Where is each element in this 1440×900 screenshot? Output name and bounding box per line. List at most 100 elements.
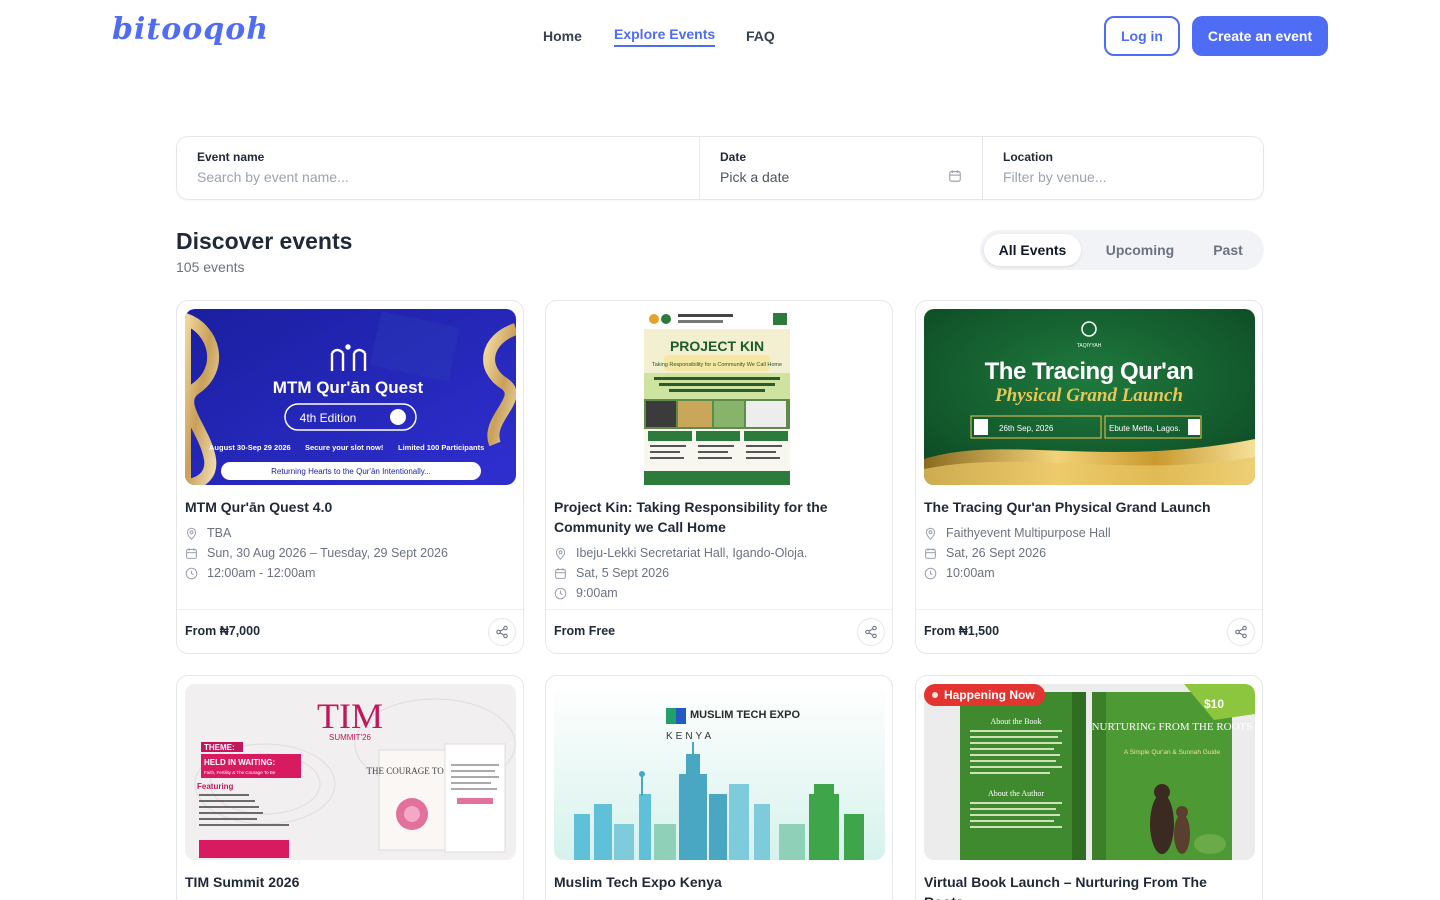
share-button[interactable] bbox=[488, 618, 516, 646]
calendar-icon[interactable] bbox=[948, 169, 962, 183]
date-picker-value[interactable]: Pick a date bbox=[720, 169, 789, 185]
event-filter-tabs: All Events Upcoming Past bbox=[980, 230, 1264, 270]
event-name-label: Event name bbox=[197, 150, 265, 164]
nav-faq[interactable]: FAQ bbox=[746, 28, 775, 44]
image-theme-sub: Faith, Fertility & The Courage To Be bbox=[204, 770, 276, 775]
image-book-title: NURTURING FROM THE ROOTS bbox=[1092, 721, 1253, 733]
image-theme-label: THEME: bbox=[204, 743, 235, 752]
location-pin-icon bbox=[925, 527, 936, 540]
badge-label: Happening Now bbox=[944, 688, 1035, 702]
calendar-icon bbox=[555, 567, 566, 579]
event-name-input[interactable] bbox=[197, 169, 679, 185]
image-heading: The Tracing Qur'an bbox=[985, 358, 1194, 385]
event-card[interactable]: MUSLIM TECH EXPO KENYA Muslim Tech Expo … bbox=[545, 675, 893, 900]
location-field: Location bbox=[983, 137, 1263, 199]
event-time-text: 10:00am bbox=[946, 566, 995, 580]
share-icon bbox=[1235, 625, 1247, 639]
event-title[interactable]: TIM Summit 2026 bbox=[185, 872, 505, 892]
event-time-text: 12:00am - 12:00am bbox=[207, 566, 316, 580]
event-date-text: Sat, 5 Sept 2026 bbox=[576, 566, 670, 580]
event-name-field: Event name bbox=[177, 137, 699, 199]
image-subheading: Taking Responsibility for a Community We… bbox=[652, 362, 782, 368]
image-info: August 30-Sep 29 2026 bbox=[209, 443, 291, 452]
card-divider bbox=[177, 609, 523, 610]
events-count: 105 events bbox=[176, 259, 245, 275]
event-location-text: Ibeju-Lekki Secretariat Hall, Igando-Olo… bbox=[576, 546, 808, 560]
date-field[interactable]: Date Pick a date bbox=[700, 137, 982, 199]
site-header: bitooqoh Home Explore Events FAQ Log in … bbox=[0, 0, 1440, 72]
image-country: KENYA bbox=[666, 731, 714, 742]
create-event-button[interactable]: Create an event bbox=[1192, 16, 1328, 56]
image-book: THE COURAGE TO BE bbox=[367, 766, 458, 776]
event-location-text: Faithyevent Multipurpose Hall bbox=[946, 526, 1111, 540]
clock-icon bbox=[185, 567, 198, 579]
event-date: Sun, 30 Aug 2026 – Tuesday, 29 Sept 2026 bbox=[185, 546, 448, 560]
share-button[interactable] bbox=[1227, 618, 1255, 646]
calendar-icon bbox=[925, 547, 936, 559]
event-image-mtm: MTM Qur'ān Quest 4th Edition August 30-S… bbox=[185, 309, 516, 485]
nav-explore-events[interactable]: Explore Events bbox=[614, 26, 716, 47]
event-card[interactable]: MTM Qur'ān Quest 4th Edition August 30-S… bbox=[176, 300, 524, 654]
event-card[interactable]: About the Book About the Author NURTURIN… bbox=[915, 675, 1263, 900]
event-image-tracing-quran: TAQIYYAH The Tracing Qur'an Physical Gra… bbox=[924, 309, 1255, 485]
event-location: Ibeju-Lekki Secretariat Hall, Igando-Olo… bbox=[554, 546, 807, 560]
image-heading: MUSLIM TECH EXPO bbox=[690, 709, 800, 721]
image-price-tag: $10 bbox=[1204, 697, 1224, 711]
event-card[interactable]: TAQIYYAH The Tracing Qur'an Physical Gra… bbox=[915, 300, 1263, 654]
image-heading: PROJECT KIN bbox=[670, 338, 764, 354]
live-dot-icon bbox=[932, 692, 938, 698]
image-featuring: Featuring bbox=[197, 782, 234, 791]
image-about-book: About the Book bbox=[990, 717, 1041, 726]
tab-past[interactable]: Past bbox=[1192, 234, 1264, 266]
image-book-sub: A Simple Qur'an & Sunnah Guide bbox=[1124, 749, 1221, 756]
image-sub: SUMMIT'26 bbox=[329, 733, 372, 742]
date-label: Date bbox=[720, 150, 747, 164]
event-card[interactable]: PROJECT KIN Taking Responsibility for a … bbox=[545, 300, 893, 654]
event-title[interactable]: Virtual Book Launch – Nurturing From The… bbox=[924, 872, 1244, 900]
event-price: From ₦7,000 bbox=[185, 624, 261, 638]
event-title[interactable]: Project Kin: Taking Responsibility for t… bbox=[554, 497, 874, 537]
image-date-chip: 26th Sep, 2026 bbox=[999, 424, 1054, 433]
card-divider bbox=[916, 609, 1262, 610]
event-location: TBA bbox=[185, 526, 231, 540]
brand-logo[interactable]: bitooqoh bbox=[112, 12, 269, 47]
image-subheading: Physical Grand Launch bbox=[994, 385, 1183, 406]
image-about-author: About the Author bbox=[988, 789, 1044, 798]
location-label: Location bbox=[1003, 150, 1053, 164]
image-edition: 4th Edition bbox=[300, 411, 357, 425]
image-theme: HELD IN WAITING: bbox=[204, 758, 275, 767]
image-tagline: Returning Hearts to the Qur'ān Intention… bbox=[271, 467, 431, 476]
event-image-muslim-tech-expo: MUSLIM TECH EXPO KENYA bbox=[554, 684, 885, 860]
image-location-chip: Ebute Metta, Lagos. bbox=[1109, 424, 1181, 433]
clock-icon bbox=[924, 567, 937, 579]
event-date: Sat, 5 Sept 2026 bbox=[554, 566, 669, 580]
location-input[interactable] bbox=[1003, 169, 1243, 185]
image-brand: TAQIYYAH bbox=[1077, 343, 1102, 349]
event-date: Sat, 26 Sept 2026 bbox=[924, 546, 1046, 560]
login-button[interactable]: Log in bbox=[1104, 16, 1180, 56]
card-divider bbox=[546, 609, 892, 610]
event-title[interactable]: The Tracing Qur'an Physical Grand Launch bbox=[924, 497, 1244, 517]
image-info: Secure your slot now! bbox=[305, 443, 383, 452]
event-image-virtual-book-launch: About the Book About the Author NURTURIN… bbox=[924, 684, 1255, 860]
share-button[interactable] bbox=[857, 618, 885, 646]
tab-all-events[interactable]: All Events bbox=[984, 234, 1081, 266]
share-icon bbox=[865, 625, 877, 639]
nav-home[interactable]: Home bbox=[543, 28, 582, 44]
tab-upcoming[interactable]: Upcoming bbox=[1090, 234, 1190, 266]
event-location: Faithyevent Multipurpose Hall bbox=[924, 526, 1111, 540]
location-pin-icon bbox=[186, 527, 197, 540]
event-title[interactable]: MTM Qur'ān Quest 4.0 bbox=[185, 497, 505, 517]
event-date-text: Sun, 30 Aug 2026 – Tuesday, 29 Sept 2026 bbox=[207, 546, 448, 560]
clock-icon bbox=[554, 587, 567, 599]
calendar-icon bbox=[186, 547, 197, 559]
share-icon bbox=[496, 625, 508, 639]
image-heading: MTM Qur'ān Quest bbox=[273, 378, 424, 397]
event-location-text: TBA bbox=[207, 526, 232, 540]
event-image-tim-summit: TIM SUMMIT'26 THEME: HELD IN WAITING: Fa… bbox=[185, 684, 516, 860]
location-pin-icon bbox=[555, 547, 566, 560]
event-price: From ₦1,500 bbox=[924, 624, 1000, 638]
event-card[interactable]: TIM SUMMIT'26 THEME: HELD IN WAITING: Fa… bbox=[176, 675, 524, 900]
event-price: From Free bbox=[554, 624, 616, 638]
event-title[interactable]: Muslim Tech Expo Kenya bbox=[554, 872, 874, 892]
